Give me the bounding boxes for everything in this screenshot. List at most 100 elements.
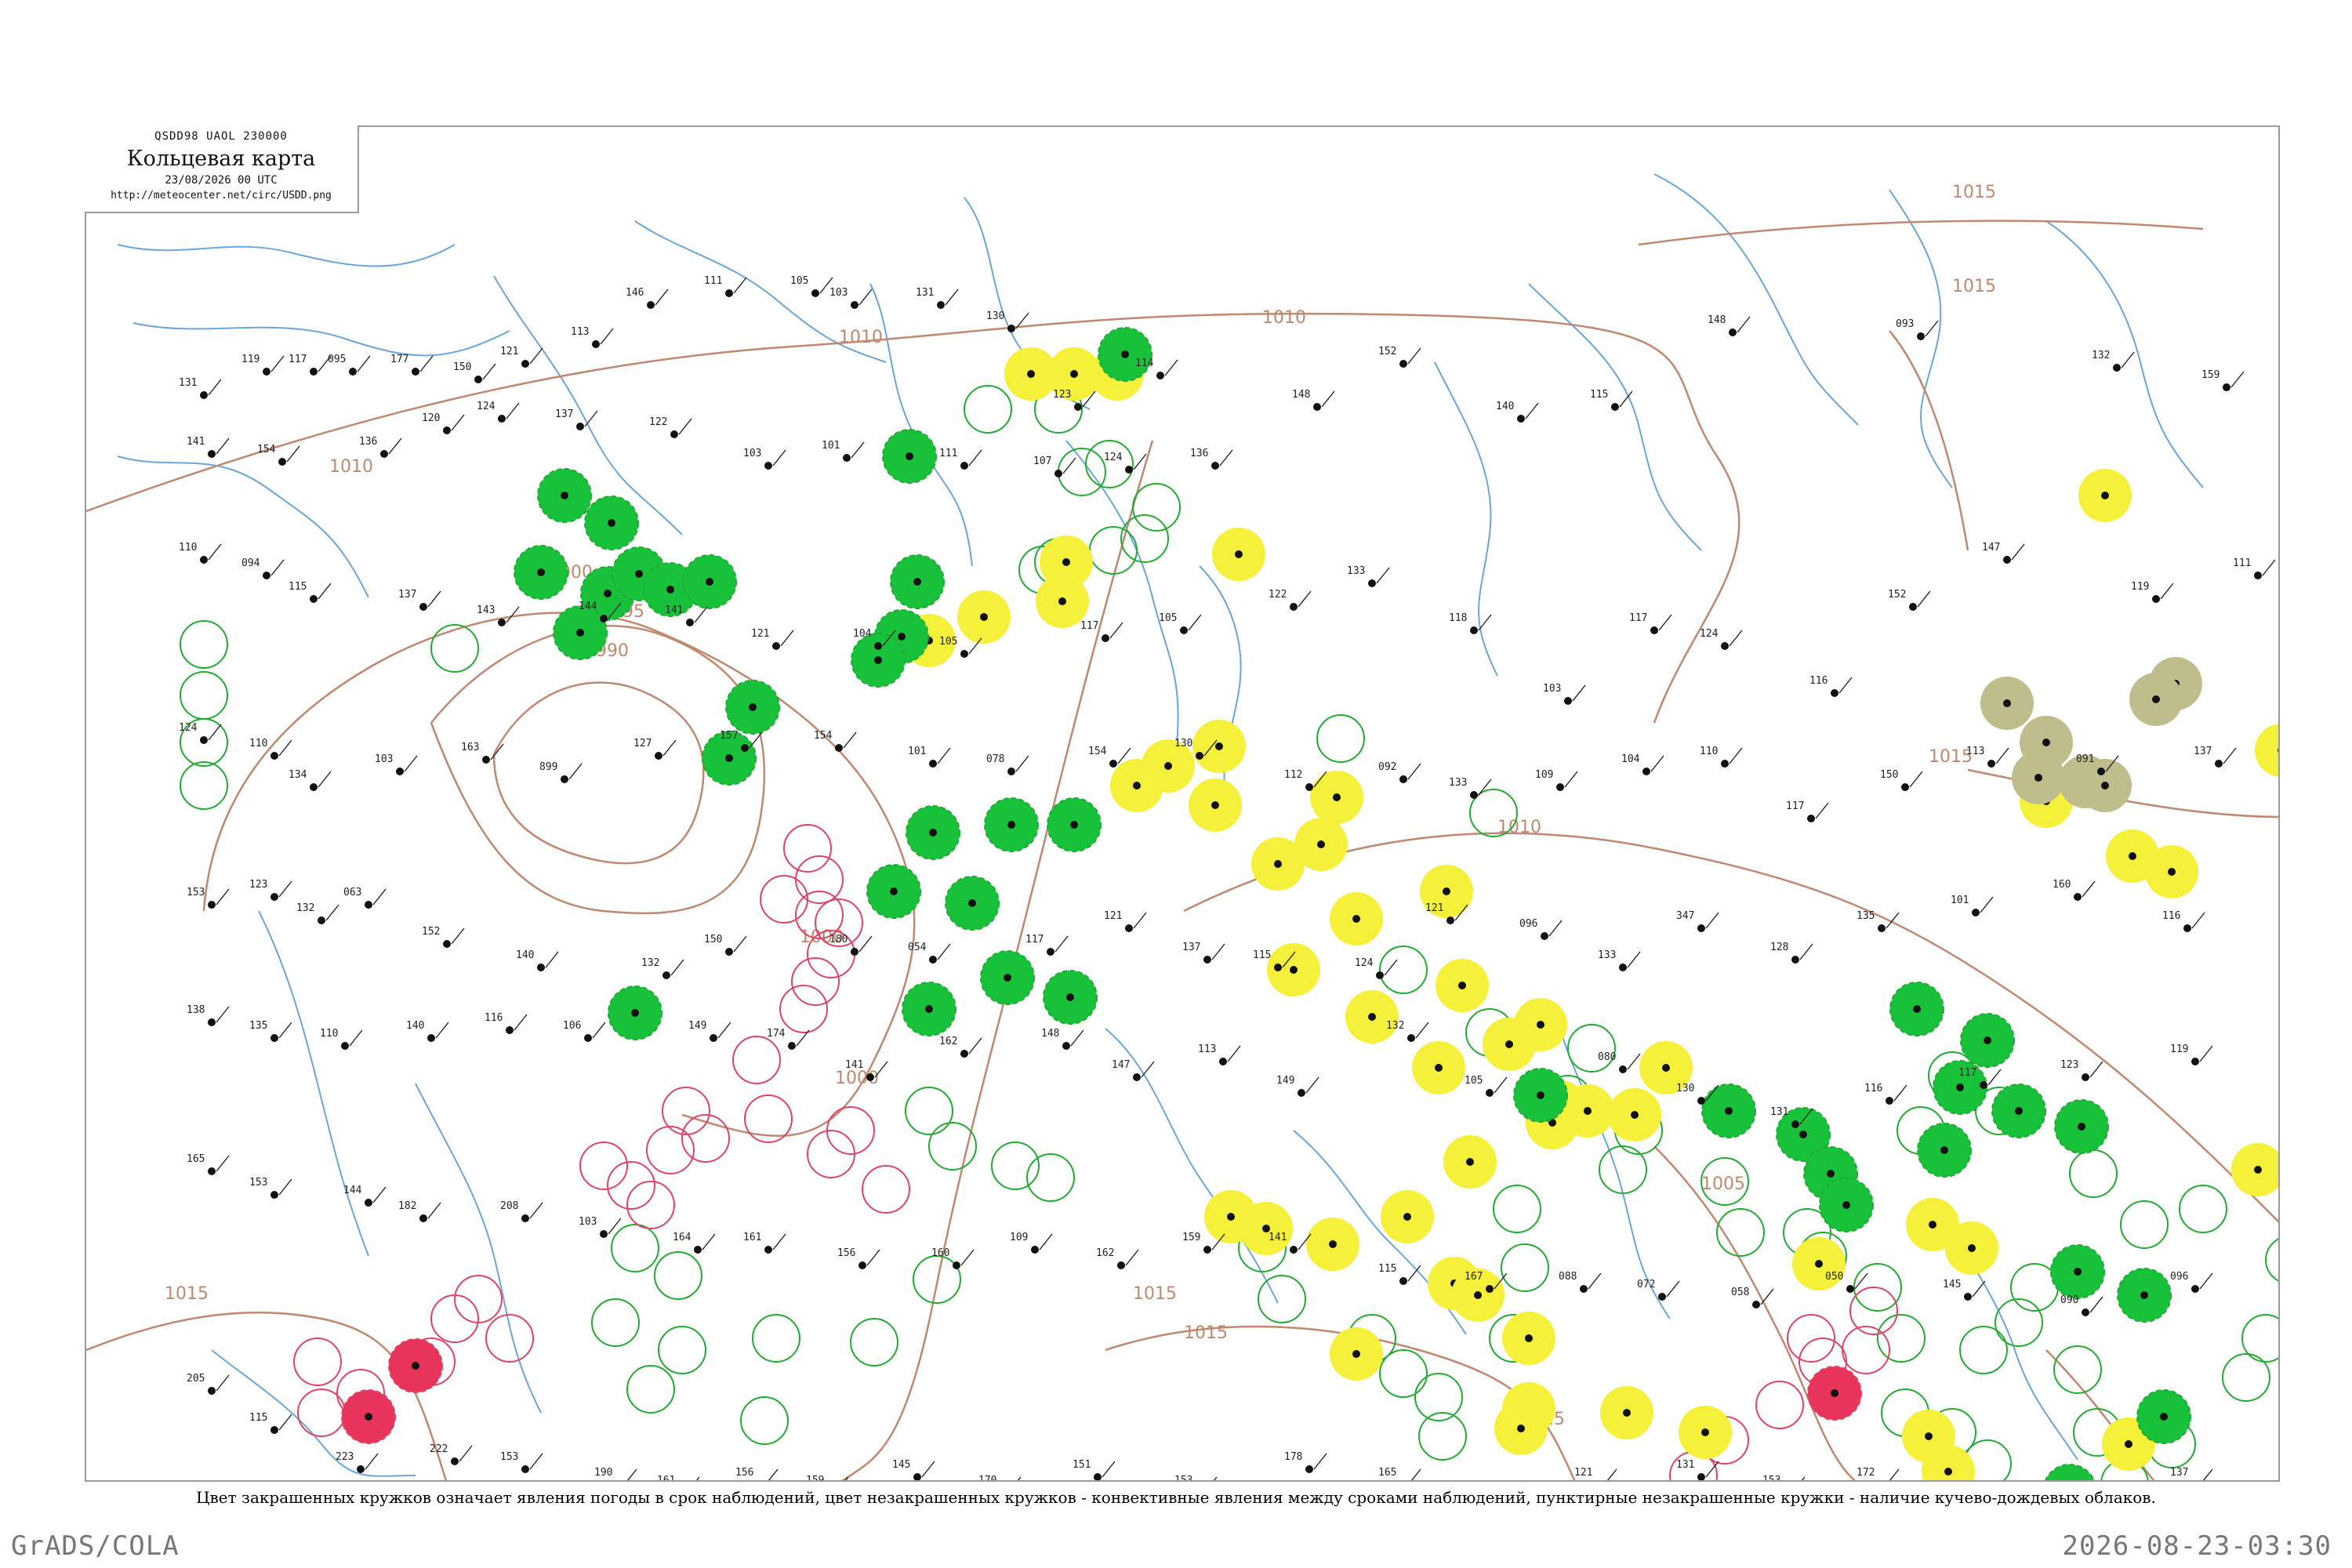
station-reading: 141 [1269,1232,1287,1243]
station-dot-icon [1125,466,1133,474]
station-dot-icon [1619,964,1627,971]
station-dot-icon [1027,370,1035,378]
rain-symbol [1632,1480,1685,1482]
station-reading: 078 [986,753,1004,765]
station-reading: 152 [1378,346,1396,358]
station-reading: 208 [500,1200,518,1212]
station-dot-icon [200,736,208,744]
station-reading: 135 [249,1020,267,1032]
station-reading: 150 [1880,769,1898,781]
hail-ring [760,875,808,924]
wind-barb-icon [1213,1476,1218,1480]
thunder-ring [2069,1149,2118,1198]
station-reading: 110 [1700,746,1718,757]
station-dot-icon [2152,595,2160,603]
thunder-ring [658,1326,706,1374]
station-reading: 153 [1174,1475,1192,1482]
station-dot-icon [694,1246,702,1254]
wind-barb-icon [1838,677,1853,694]
station-dot-icon [1725,1107,1733,1115]
station-dot-icon [2101,782,2109,789]
wind-barb-icon [1410,1468,1421,1480]
station-dot-icon [1125,924,1133,932]
station-reading: 094 [241,557,260,569]
wind-barb-icon [427,1202,441,1219]
station-dot-icon [1274,860,1282,868]
wind-barb-icon [435,1022,449,1039]
thunder-ring [1567,1024,1616,1073]
station-dot-icon [1721,760,1729,768]
station-reading: 144 [343,1185,362,1196]
station-dot-icon [1831,1389,1838,1397]
station-dot-icon [968,899,976,907]
station-dot-icon [1901,783,1909,791]
thunder-ring [1258,1275,1306,1323]
station-dot-icon [474,376,482,383]
station-dot-icon [1721,642,1729,650]
isobar-label: 1015 [1133,1284,1177,1304]
station-dot-icon [913,578,921,586]
river [2045,220,2204,488]
station-dot-icon [1399,360,1407,368]
station-dot-icon [419,1214,427,1222]
station-reading: 178 [1284,1451,1302,1463]
station-dot-icon [270,752,278,760]
station-dot-icon [772,642,780,650]
station-dot-icon [1470,626,1478,634]
station-reading: 110 [249,738,267,750]
station-dot-icon [270,893,278,901]
station-dot-icon [1074,403,1082,411]
station-reading: 137 [398,589,416,601]
wind-barb-icon [1017,1476,1022,1480]
station-dot-icon [1290,603,1298,611]
wind-barb-icon [529,347,543,365]
river [258,910,369,1257]
station-reading: 115 [289,581,307,593]
wind-barb-icon [2089,1296,2103,1313]
station-dot-icon [270,1034,278,1042]
station-dot-icon [2160,1413,2168,1421]
wind-barb-icon [1015,755,1029,772]
station-dot-icon [1729,328,1737,336]
wind-barb-icon [678,418,692,435]
station-dot-icon [1062,1042,1070,1050]
wind-barb-icon [545,951,559,968]
isobars-layer [86,220,2278,1480]
station-dot-icon [980,613,988,621]
weather-map-frame: 1015 1015 1010 1010 1010 1000 995 990 1000 1000 10… [85,125,2280,1482]
station-dot-icon [1121,350,1129,358]
station-dot-icon [1842,1201,1850,1209]
station-dot-icon [1972,909,1980,916]
thunder-ring [1085,440,1134,488]
station-reading: 121 [1104,910,1122,922]
wind-barb-icon [1564,771,1578,788]
station-dot-icon [592,340,600,348]
wind-barb-icon [592,1022,606,1039]
wind-barb-icon [1995,747,2009,764]
station-dot-icon [1290,966,1298,974]
station-dot-icon [2074,1268,2082,1276]
river [117,244,456,267]
wind-barb-icon [1801,1476,1806,1480]
station-dot-icon [2191,1285,2199,1293]
wind-barb-icon [514,1014,528,1031]
station-reading: 113 [1198,1044,1216,1055]
station-dot-icon [1517,415,1525,423]
station-dot-icon [1987,760,1995,768]
wind-barb-icon [1889,1468,1900,1480]
station-reading: 109 [1010,1232,1028,1243]
thunder-ring [1877,1314,1926,1363]
thunder-ring [626,1365,675,1414]
wind-barb-icon [851,441,865,459]
station-dot-icon [670,430,678,438]
thunderstorm-symbol [2044,1464,2096,1480]
wind-barb-icon [1799,943,1813,960]
station-dot-icon [1537,1021,1544,1029]
wind-barb-icon [529,1202,543,1219]
map-title-box: QSDD98 UAOL 230000 Кольцевая карта 23/08… [85,125,359,213]
wind-barb-icon [968,1037,982,1054]
station-reading: 120 [422,412,440,424]
station-dot-icon [874,656,882,664]
station-dot-icon [1329,1240,1337,1248]
station-reading: 161 [743,1232,761,1243]
